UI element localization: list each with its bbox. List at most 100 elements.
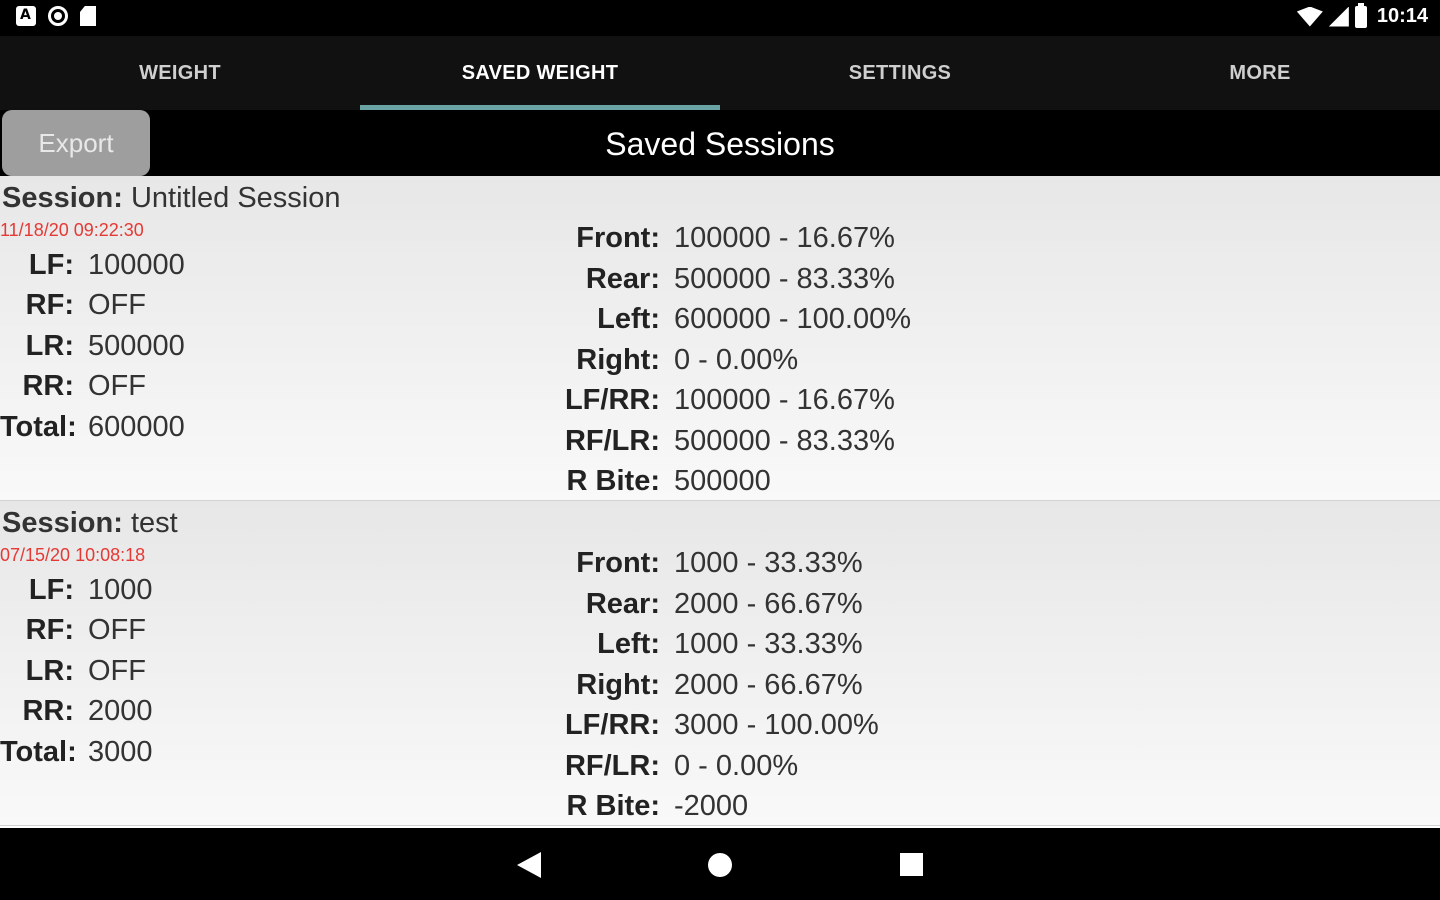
- wifi-icon: [1296, 6, 1323, 27]
- lf-value: 100000: [88, 249, 185, 281]
- r-bite-row: R Bite: -2000: [500, 790, 749, 823]
- rf-lr-row: RF/LR: 500000 - 83.33%: [500, 425, 895, 458]
- rear-value: 500000 - 83.33%: [674, 263, 895, 295]
- lf-rr-value: 100000 - 16.67%: [674, 384, 895, 416]
- status-time: 10:14: [1376, 5, 1428, 27]
- left-row: Left: 1000 - 33.33%: [500, 628, 863, 661]
- rear-row: Rear: 500000 - 83.33%: [500, 263, 895, 296]
- rear-label: Rear:: [585, 588, 660, 620]
- session-date: 07/15/20 10:08:18: [0, 545, 146, 565]
- rf-label: RF:: [25, 614, 74, 646]
- rf-row: RF: OFF: [0, 289, 146, 322]
- lf-row: LF: 1000: [0, 574, 153, 607]
- r-bite-value: -2000: [674, 790, 749, 822]
- rr-value: 2000: [88, 695, 153, 727]
- lf-rr-value: 3000 - 100.00%: [674, 709, 879, 741]
- r-bite-row: R Bite: 500000: [500, 465, 771, 498]
- rear-label: Rear:: [585, 263, 660, 295]
- total-value: 3000: [88, 736, 153, 768]
- total-value: 600000: [88, 411, 185, 443]
- rr-row: RR: 2000: [0, 695, 153, 728]
- r-bite-value: 500000: [674, 465, 771, 497]
- page-title: Saved Sessions: [605, 126, 835, 162]
- rr-label: RR:: [22, 695, 74, 727]
- rr-value: OFF: [88, 370, 146, 402]
- total-label: Total:: [0, 411, 77, 443]
- signal-icon: [1328, 6, 1349, 27]
- lf-rr-row: LF/RR: 3000 - 100.00%: [500, 709, 879, 742]
- left-row: Left: 600000 - 100.00%: [500, 303, 911, 336]
- rf-label: RF:: [25, 289, 74, 321]
- tab-saved-weight[interactable]: SAVED WEIGHT: [360, 36, 720, 110]
- lf-label: LF:: [28, 574, 74, 606]
- front-label: Front:: [576, 547, 660, 579]
- rf-row: RF: OFF: [0, 614, 146, 647]
- right-label: Right:: [576, 669, 660, 701]
- rf-lr-row: RF/LR: 0 - 0.00%: [500, 750, 798, 783]
- session-name-row: Session: Untitled Session: [2, 182, 341, 215]
- right-value: 0 - 0.00%: [674, 344, 799, 376]
- rf-lr-label: RF/LR:: [564, 425, 660, 457]
- rf-lr-label: RF/LR:: [564, 750, 660, 782]
- back-icon[interactable]: [517, 852, 541, 878]
- recents-icon[interactable]: [900, 853, 923, 876]
- rf-lr-value: 0 - 0.00%: [674, 750, 799, 782]
- total-row: Total: 3000: [0, 736, 153, 769]
- sessions-list[interactable]: Session: Untitled Session 11/18/20 09:22…: [0, 176, 1440, 828]
- front-value: 1000 - 33.33%: [674, 547, 863, 579]
- left-label: Left:: [597, 303, 660, 335]
- lf-rr-row: LF/RR: 100000 - 16.67%: [500, 384, 895, 417]
- right-row: Right: 2000 - 66.67%: [500, 669, 862, 702]
- a-notification-icon: [16, 6, 36, 26]
- total-label: Total:: [0, 736, 77, 768]
- front-value: 100000 - 16.67%: [674, 222, 895, 254]
- lf-label: LF:: [28, 249, 74, 281]
- tab-label: SETTINGS: [848, 61, 952, 84]
- lr-row: LR: OFF: [0, 655, 146, 688]
- rear-row: Rear: 2000 - 66.67%: [500, 588, 863, 621]
- status-right-icons: 10:14: [1296, 2, 1428, 28]
- session-item[interactable]: Session: Untitled Session 11/18/20 09:22…: [0, 176, 1440, 501]
- r-bite-label: R Bite:: [566, 465, 660, 497]
- rear-value: 2000 - 66.67%: [674, 588, 863, 620]
- rr-label: RR:: [22, 370, 74, 402]
- session-item[interactable]: Session: test 07/15/20 10:08:18 LF: 1000 …: [0, 501, 1440, 826]
- session-name: test: [130, 507, 178, 539]
- session-name-row: Session: test: [2, 507, 178, 540]
- lf-rr-label: LF/RR:: [564, 384, 660, 416]
- session-date: 11/18/20 09:22:30: [0, 220, 144, 240]
- status-left-icons: [16, 6, 96, 26]
- right-row: Right: 0 - 0.00%: [500, 344, 798, 377]
- lf-rr-label: LF/RR:: [564, 709, 660, 741]
- lr-value: 500000: [88, 330, 185, 362]
- battery-icon: [1354, 2, 1367, 28]
- tab-bar: WEIGHT SAVED WEIGHT SETTINGS MORE: [0, 36, 1440, 110]
- front-row: Front: 100000 - 16.67%: [500, 222, 895, 255]
- lf-row: LF: 100000: [0, 249, 185, 282]
- lf-value: 1000: [88, 574, 153, 606]
- page-header: Export Saved Sessions: [0, 110, 1440, 176]
- tab-weight[interactable]: WEIGHT: [0, 36, 360, 110]
- session-name: Untitled Session: [130, 182, 341, 214]
- circle-notification-icon: [48, 6, 68, 26]
- front-row: Front: 1000 - 33.33%: [500, 547, 863, 580]
- left-value: 1000 - 33.33%: [674, 628, 863, 660]
- lr-value: OFF: [88, 655, 146, 687]
- front-label: Front:: [576, 222, 660, 254]
- lr-label: LR:: [25, 330, 74, 362]
- rf-lr-value: 500000 - 83.33%: [674, 425, 895, 457]
- rf-value: OFF: [88, 289, 146, 321]
- left-value: 600000 - 100.00%: [674, 303, 912, 335]
- nav-bar: [0, 828, 1440, 900]
- tab-label: MORE: [1229, 61, 1291, 84]
- session-label: Session:: [2, 182, 123, 214]
- session-label: Session:: [2, 507, 123, 539]
- sd-card-icon: [80, 6, 96, 26]
- tab-label: SAVED WEIGHT: [461, 61, 619, 84]
- home-icon[interactable]: [708, 853, 732, 877]
- lr-label: LR:: [25, 655, 74, 687]
- tab-settings[interactable]: SETTINGS: [720, 36, 1080, 110]
- right-label: Right:: [576, 344, 660, 376]
- rr-row: RR: OFF: [0, 370, 146, 403]
- tab-more[interactable]: MORE: [1080, 36, 1440, 110]
